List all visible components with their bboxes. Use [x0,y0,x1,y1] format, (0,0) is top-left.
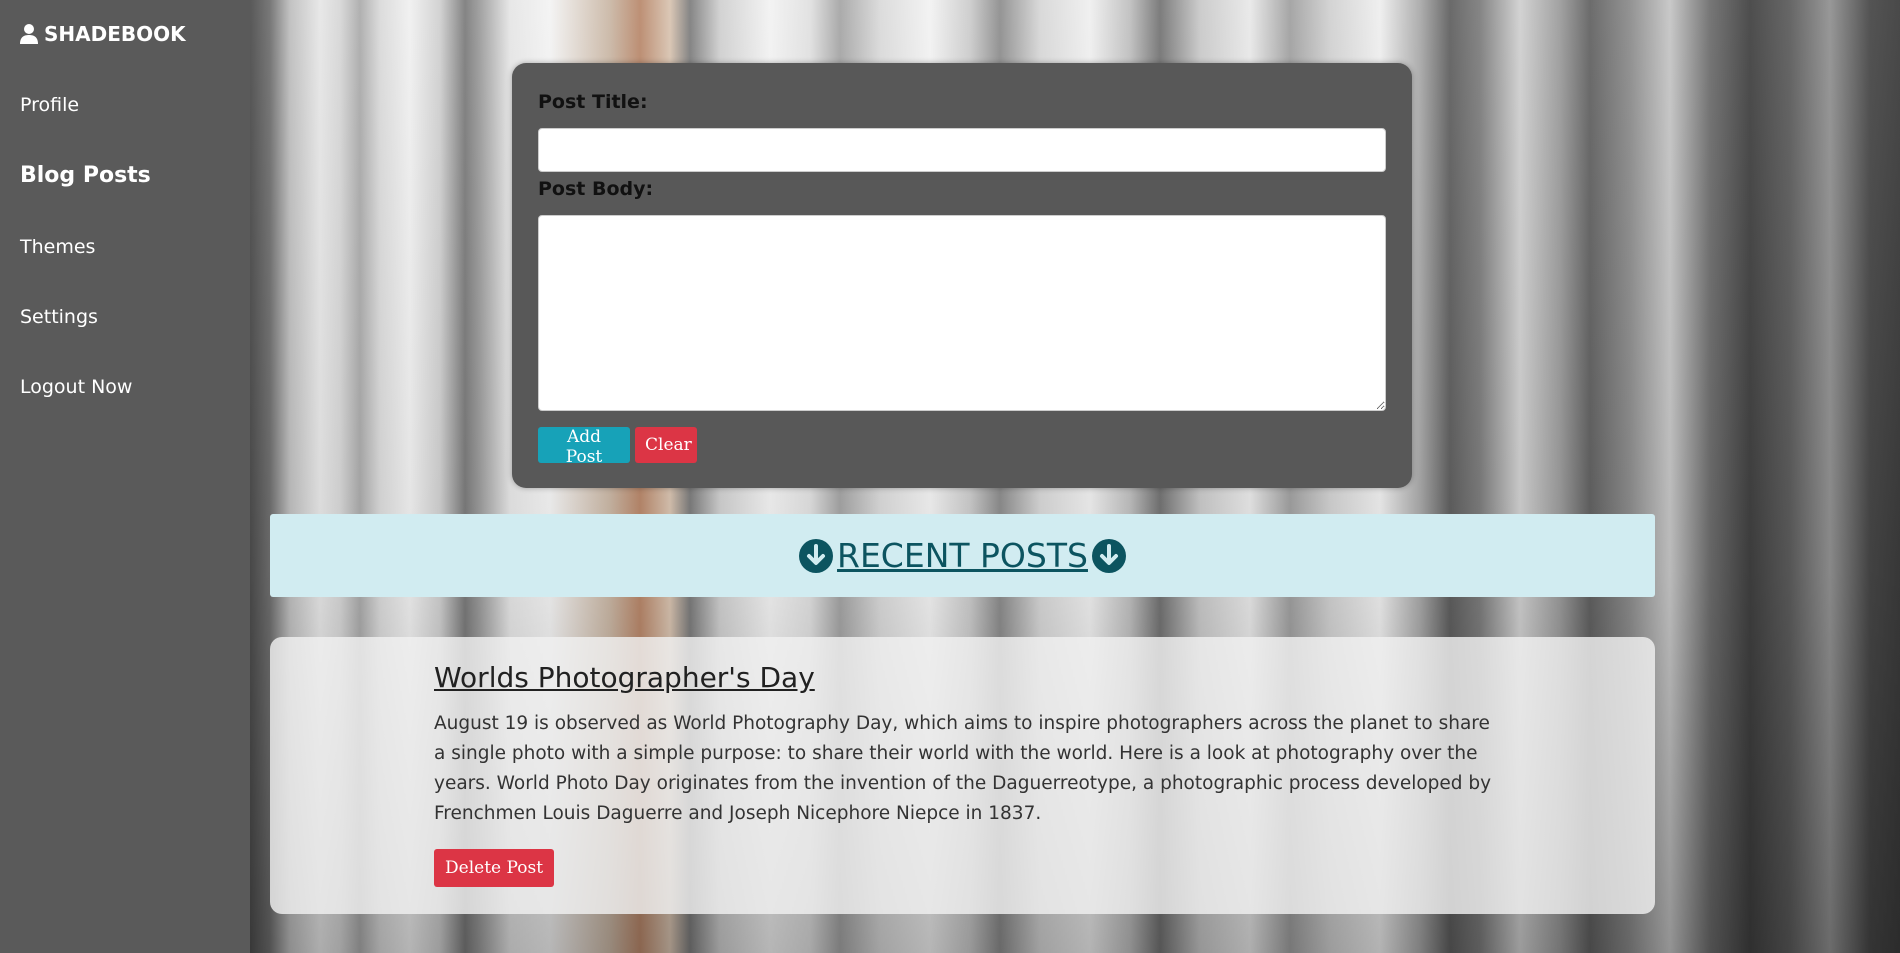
app: SHADEBOOK Profile Blog Posts Themes Sett… [0,0,1900,953]
arrow-circle-down-icon [1091,538,1126,573]
user-icon [20,24,38,44]
clear-button[interactable]: Clear [635,427,697,463]
post-body-label: Post Body: [538,178,654,200]
arrow-circle-down-icon [799,538,834,573]
main-content: Post Title: Post Body: Add Post Clear RE… [250,0,1900,953]
delete-post-button[interactable]: Delete Post [434,849,555,887]
post-title-label: Post Title: [538,91,648,113]
post-card: Worlds Photographer's Day August 19 is o… [270,637,1655,914]
sidebar-item-settings[interactable]: Settings [20,306,98,328]
recent-posts-banner: RECENT POSTS [270,514,1655,597]
recent-posts-title: RECENT POSTS [837,536,1088,575]
new-post-form: Post Title: Post Body: Add Post Clear [512,63,1412,488]
add-post-button[interactable]: Add Post [538,427,630,467]
post-title-input[interactable] [538,128,1386,172]
post-body: August 19 is observed as World Photograp… [434,713,1492,824]
sidebar-item-logout[interactable]: Logout Now [20,376,132,398]
sidebar-item-themes[interactable]: Themes [20,236,95,258]
sidebar-item-profile[interactable]: Profile [20,94,79,116]
sidebar-item-blog-posts[interactable]: Blog Posts [20,163,151,188]
post-title[interactable]: Worlds Photographer's Day [434,661,815,694]
recent-posts-heading[interactable]: RECENT POSTS [799,536,1126,575]
sidebar: SHADEBOOK Profile Blog Posts Themes Sett… [0,0,250,953]
brand[interactable]: SHADEBOOK [20,22,186,46]
post-body-textarea[interactable] [538,215,1386,411]
brand-label: SHADEBOOK [44,22,186,46]
